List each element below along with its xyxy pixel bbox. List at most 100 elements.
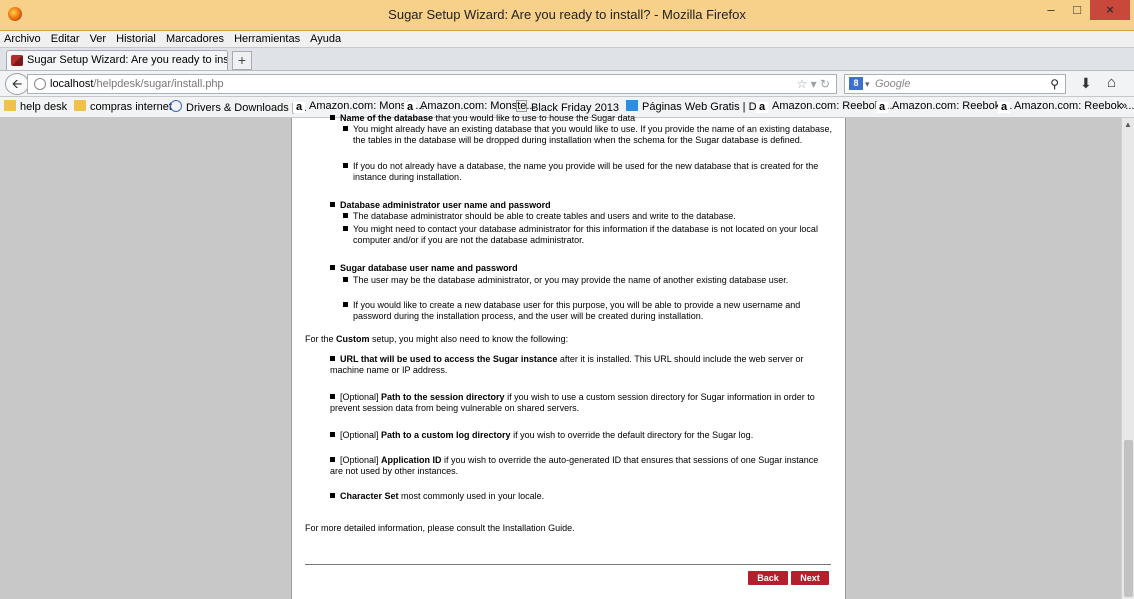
amazon-icon: a: [876, 102, 888, 113]
vertical-scrollbar[interactable]: ▲: [1121, 118, 1134, 599]
bookmark-label: Amazon.com: Reebok ...: [892, 100, 1013, 112]
log-dir-item: [Optional] Path to a custom log director…: [330, 430, 830, 441]
charset-item: Character Set most commonly used in your…: [330, 491, 830, 502]
item-text: that you would like to use to house the …: [433, 113, 636, 123]
bookmark-amazon-reebok-1[interactable]: a Amazon.com: Reebok ...: [756, 100, 892, 113]
star-icon[interactable]: ☆: [796, 77, 807, 91]
download-icon[interactable]: ⬇: [1080, 75, 1092, 92]
menu-herramientas[interactable]: Herramientas: [230, 31, 303, 45]
app-id-item: [Optional] Application ID if you wish to…: [330, 455, 830, 477]
search-placeholder: Google: [875, 78, 911, 90]
menu-archivo[interactable]: Archivo: [0, 31, 44, 45]
scrollbar-thumb[interactable]: [1124, 440, 1133, 597]
heading-text: Database administrator user name and pas…: [340, 200, 551, 210]
url-actions: ☆ ▾ ↻: [796, 75, 830, 93]
bookmark-amazon-reebok-3[interactable]: a Amazon.com: Reebok ...: [998, 100, 1134, 113]
scroll-up-icon[interactable]: ▲: [1124, 120, 1132, 129]
custom-intro: For the Custom setup, you might also nee…: [305, 334, 835, 345]
window-title-bar: Sugar Setup Wizard: Are you ready to ins…: [0, 0, 1134, 31]
tab-bar: Sugar Setup Wizard: Are you ready to ins…: [0, 48, 1134, 71]
next-button[interactable]: Next: [791, 571, 829, 585]
menu-ayuda[interactable]: Ayuda: [306, 31, 344, 45]
optional-tag: [Optional]: [340, 392, 382, 402]
page-viewport: Name of the database that you would like…: [0, 113, 1134, 599]
more-info-text: For more detailed information, please co…: [305, 523, 575, 533]
back-button[interactable]: Back: [748, 571, 788, 585]
admin-heading: Database administrator user name and pas…: [330, 200, 830, 211]
bullet-text: The user may be the database administrat…: [353, 275, 789, 285]
web-icon: [626, 100, 638, 111]
tab-label: Sugar Setup Wizard: Are you ready to ins…: [27, 54, 228, 66]
item-heading: URL that will be used to access the Suga…: [340, 354, 558, 364]
close-window-button[interactable]: ×: [1090, 0, 1130, 20]
menu-ver[interactable]: Ver: [86, 31, 110, 45]
sugar-user-heading: Sugar database user name and password: [330, 263, 830, 274]
heading-text: Sugar database user name and password: [340, 263, 518, 273]
url-text[interactable]: localhost/helpdesk/sugar/install.php: [50, 75, 224, 93]
text: setup, you might also need to know the f…: [369, 334, 569, 344]
admin-bullet-1: The database administrator should be abl…: [343, 211, 833, 222]
bookmark-label: Páginas Web Gratis | D...: [642, 101, 766, 113]
search-engine-icon[interactable]: 8: [849, 77, 863, 90]
home-icon[interactable]: ⌂: [1107, 74, 1116, 91]
item-heading: Application ID: [381, 455, 442, 465]
sugar-favicon-icon: [11, 55, 23, 66]
admin-bullet-2: You might need to contact your database …: [343, 224, 833, 246]
text: For the: [305, 334, 337, 344]
item-heading: Path to the session directory: [381, 392, 505, 402]
bookmark-black-friday[interactable]: Black Friday 2013: [516, 100, 619, 114]
menu-marcadores[interactable]: Marcadores: [162, 31, 227, 45]
url-host: localhost: [50, 78, 94, 90]
back-arrow-icon[interactable]: 🡨: [5, 73, 29, 95]
menu-editar[interactable]: Editar: [47, 31, 83, 45]
dell-icon: [170, 100, 182, 112]
bookmark-amazon-reebok-2[interactable]: a Amazon.com: Reebok ...: [876, 100, 1012, 113]
item-text: if you wish to override the default dire…: [510, 430, 754, 440]
sugar-bullet-1: The user may be the database administrat…: [343, 275, 833, 286]
amazon-icon: a: [756, 102, 768, 113]
url-bar[interactable]: localhost/helpdesk/sugar/install.php ☆ ▾…: [27, 74, 837, 94]
minimize-button[interactable]: –: [1038, 0, 1064, 20]
bullet-text: The database administrator should be abl…: [353, 211, 736, 221]
url-item: URL that will be used to access the Suga…: [330, 354, 830, 376]
item-heading: Name of the database: [340, 113, 434, 123]
dropdown-icon[interactable]: ▾: [811, 77, 817, 91]
menu-bar: Archivo Editar Ver Historial Marcadores …: [0, 31, 1134, 47]
amazon-icon: a: [998, 102, 1010, 113]
search-engine-dropdown-icon[interactable]: ▾: [865, 75, 870, 93]
reload-icon[interactable]: ↻: [820, 77, 830, 91]
item-heading: Path to a custom log directory: [381, 430, 511, 440]
search-bar[interactable]: 8 ▾ Google ⚲: [844, 74, 1066, 94]
maximize-button[interactable]: □: [1064, 0, 1090, 20]
menu-historial[interactable]: Historial: [112, 31, 159, 45]
bullet-text: If you would like to create a new databa…: [353, 300, 801, 321]
divider: [305, 564, 831, 565]
bullet-text: You might already have an existing datab…: [353, 124, 832, 145]
bookmark-help-desk[interactable]: help desk: [4, 100, 67, 113]
navigation-bar: 🡨 localhost/helpdesk/sugar/install.php ☆…: [0, 71, 1134, 97]
search-icon[interactable]: ⚲: [1050, 75, 1059, 93]
item-text: most commonly used in your locale.: [398, 491, 545, 501]
bookmarks-overflow-icon[interactable]: »: [1121, 100, 1127, 112]
bookmark-paginas-web[interactable]: Páginas Web Gratis | D...: [626, 100, 766, 113]
new-tab-button[interactable]: +: [232, 51, 252, 70]
bookmark-label: Amazon.com: Reebok ...: [772, 100, 893, 112]
bullet-text: If you do not already have a database, t…: [353, 161, 819, 182]
tab-sugar-setup[interactable]: Sugar Setup Wizard: Are you ready to ins…: [6, 50, 228, 70]
item-heading: Character Set: [340, 491, 399, 501]
db-bullet-1: You might already have an existing datab…: [343, 124, 833, 146]
window-title: Sugar Setup Wizard: Are you ready to ins…: [388, 7, 746, 22]
page-icon: [516, 100, 527, 112]
bookmark-label: compras internet: [90, 101, 172, 113]
bookmark-label: Drivers & Downloads | ...: [186, 102, 307, 114]
bookmark-drivers-downloads[interactable]: Drivers & Downloads | ...: [170, 100, 307, 114]
database-name-item: Name of the database that you would like…: [330, 113, 830, 124]
session-dir-item: [Optional] Path to the session directory…: [330, 392, 830, 414]
db-bullet-2: If you do not already have a database, t…: [343, 161, 833, 183]
amazon-icon: a: [404, 102, 416, 113]
bookmark-label: Amazon.com: Reebok ...: [1014, 100, 1134, 112]
bookmark-compras-internet[interactable]: compras internet: [74, 100, 172, 113]
amazon-icon: a: [293, 102, 305, 113]
globe-icon: [34, 78, 46, 90]
sugar-bullet-2: If you would like to create a new databa…: [343, 300, 833, 322]
